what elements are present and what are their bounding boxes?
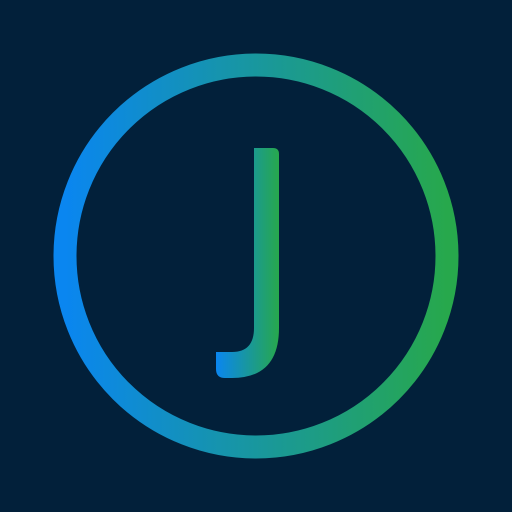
- app-icon-canvas: [0, 0, 512, 512]
- circle-letter-j-logo-icon: [0, 0, 512, 512]
